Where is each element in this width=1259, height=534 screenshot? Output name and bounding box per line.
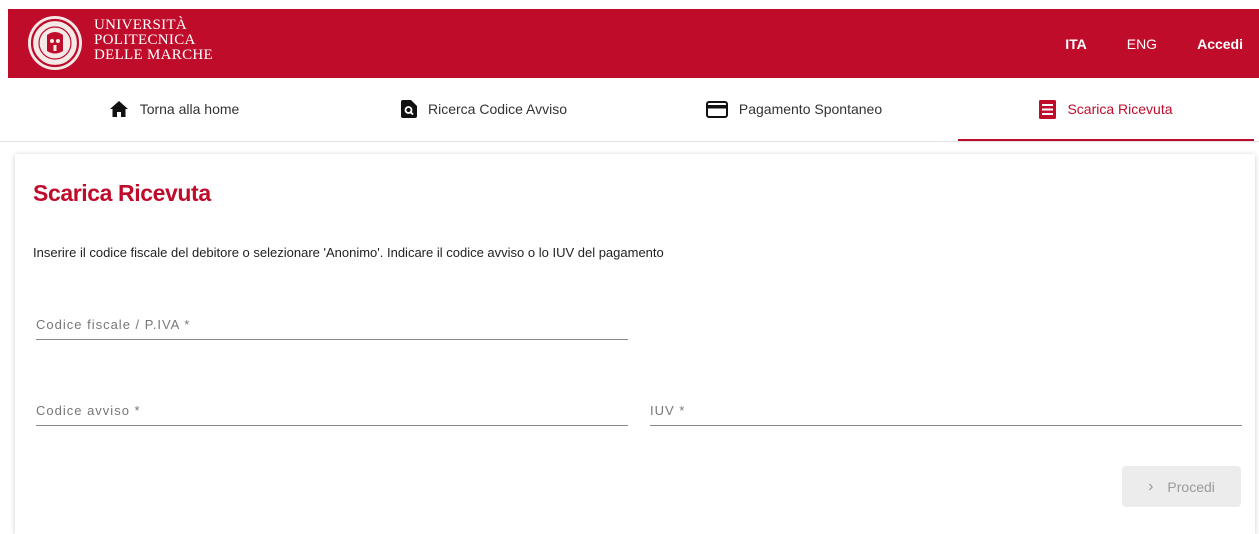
tab-scarica-ricevuta[interactable]: Scarica Ricevuta <box>958 78 1254 141</box>
home-icon <box>109 101 128 117</box>
university-wordmark[interactable]: UNIVERSITÀ POLITECNICA DELLE MARCHE <box>94 18 213 63</box>
iuv-input[interactable] <box>650 395 1242 425</box>
top-header-bar: UNIVERSITÀ POLITECNICA DELLE MARCHE ITA … <box>8 9 1259 78</box>
lang-eng-link[interactable]: ENG <box>1113 36 1171 52</box>
tab-pagamento-spontaneo[interactable]: Pagamento Spontaneo <box>646 78 942 140</box>
main-tab-bar: Torna alla home Ricerca Codice Avviso Pa… <box>0 78 1259 142</box>
file-search-icon <box>400 100 417 118</box>
tab-ricerca-codice-avviso[interactable]: Ricerca Codice Avviso <box>336 78 632 140</box>
form-instructions: Inserire il codice fiscale del debitore … <box>33 245 664 260</box>
page-title: Scarica Ricevuta <box>33 180 211 206</box>
credit-card-icon <box>705 100 728 118</box>
receipt-icon <box>1039 99 1057 119</box>
tab-ricerca-label: Ricerca Codice Avviso <box>427 101 568 117</box>
logo-line-1: UNIVERSITÀ <box>94 17 187 33</box>
receipt-form-card: Scarica Ricevuta Inserire il codice fisc… <box>15 154 1255 534</box>
tab-home[interactable]: Torna alla home <box>26 78 322 140</box>
logo-line-2: POLITECNICA <box>94 32 196 48</box>
iuv-field[interactable] <box>650 391 1242 426</box>
logo-line-3: DELLE MARCHE <box>94 47 214 63</box>
codice-fiscale-input[interactable] <box>36 309 628 339</box>
lang-ita-link[interactable]: ITA <box>1051 36 1101 52</box>
login-link[interactable]: Accedi <box>1183 36 1259 52</box>
codice-fiscale-field[interactable] <box>36 305 628 340</box>
codice-avviso-field[interactable] <box>36 391 628 426</box>
tab-pagamento-label: Pagamento Spontaneo <box>738 101 883 117</box>
procedi-button[interactable]: › Procedi <box>1122 466 1241 507</box>
procedi-label: Procedi <box>1167 478 1215 495</box>
chevron-right-icon: › <box>1148 477 1154 495</box>
tab-home-label: Torna alla home <box>139 101 240 117</box>
header-nav: ITA ENG Accedi <box>1051 9 1259 78</box>
tab-scarica-label: Scarica Ricevuta <box>1067 101 1173 117</box>
codice-avviso-input[interactable] <box>36 395 628 425</box>
university-seal-logo[interactable] <box>28 16 82 70</box>
